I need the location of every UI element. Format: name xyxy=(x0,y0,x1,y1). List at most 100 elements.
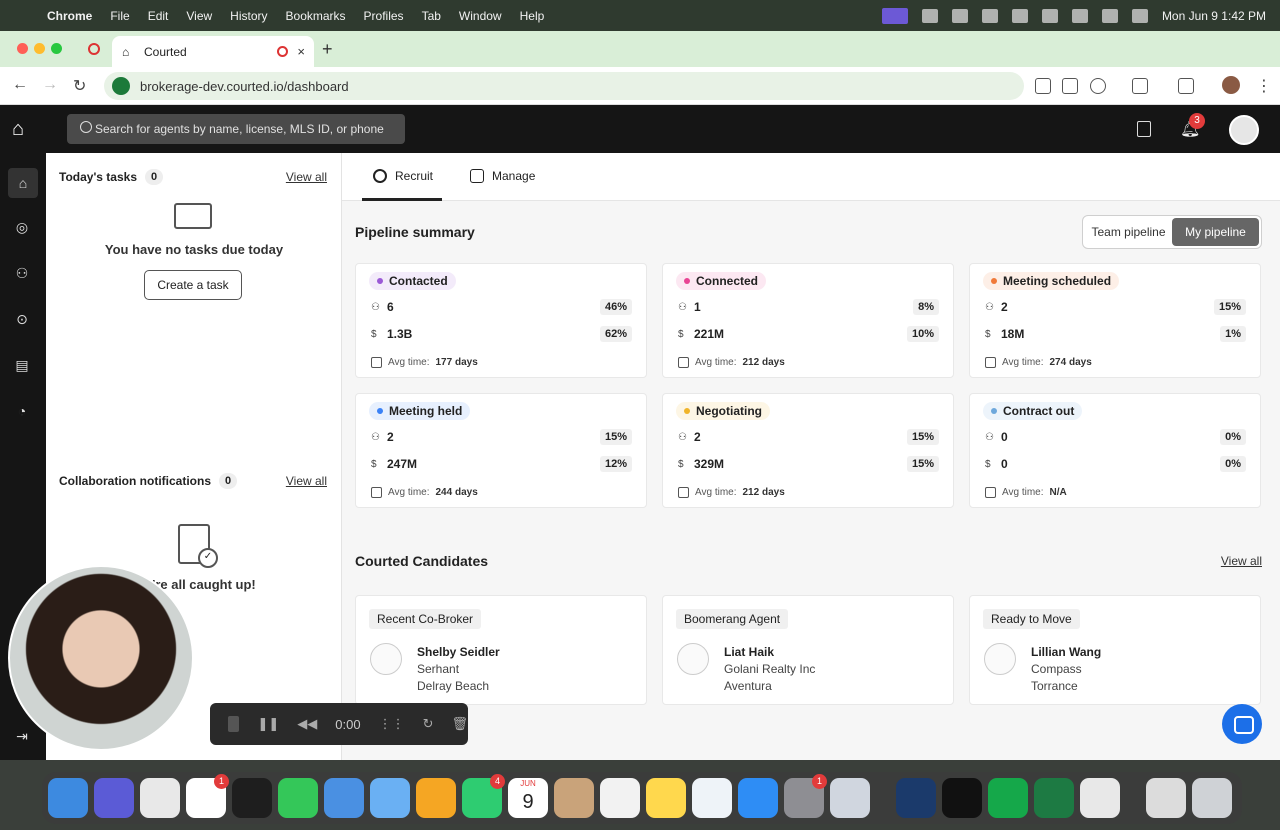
grammarly-dock-icon[interactable] xyxy=(988,778,1028,818)
status-icon[interactable] xyxy=(921,8,938,23)
user-avatar[interactable] xyxy=(1229,115,1259,145)
tab-close-icon[interactable]: × xyxy=(297,44,305,59)
manage-icon[interactable]: ⚇ xyxy=(13,265,31,283)
finder-icon[interactable] xyxy=(48,778,88,818)
stage-card-contacted[interactable]: Contacted ⚇ 6 46% $1.3B 62% Avg time: 177 da… xyxy=(355,263,647,378)
candidates-view-all-link[interactable]: View all xyxy=(1221,554,1262,568)
menu-file[interactable]: File xyxy=(101,9,138,23)
my-pipeline-button[interactable]: My pipeline xyxy=(1172,218,1259,246)
home-icon[interactable]: ⌂ xyxy=(8,168,38,198)
courted-logo-icon[interactable]: ⌂ xyxy=(12,118,34,140)
chrome-menu-icon[interactable]: ⋮ xyxy=(1256,76,1272,96)
figma-icon[interactable] xyxy=(232,778,272,818)
clipboard-icon[interactable] xyxy=(1137,121,1151,137)
address-bar[interactable]: brokerage-dev.courted.io/dashboard xyxy=(104,72,1024,100)
stage-card-meeting-scheduled[interactable]: Meeting scheduled ⚇ 2 15% $18M 1% Avg time:… xyxy=(969,263,1261,378)
candidate-name[interactable]: Shelby Seidler xyxy=(417,645,500,659)
facetime-icon[interactable]: 4 xyxy=(462,774,505,818)
menu-window[interactable]: Window xyxy=(450,9,511,23)
restart-icon[interactable]: ↻ xyxy=(423,716,434,732)
stage-card-contract-out[interactable]: Contract out ⚇ 0 0% $0 0% Avg time: N/A xyxy=(969,393,1261,508)
screen-record-icon[interactable] xyxy=(881,7,908,24)
menu-tab[interactable]: Tab xyxy=(413,9,450,23)
search-agents-icon[interactable]: ⊙ xyxy=(13,311,31,329)
menu-edit[interactable]: Edit xyxy=(139,9,178,23)
utility-app-icon[interactable] xyxy=(830,778,870,818)
candidate-card[interactable]: Boomerang Agent Liat Haik Golani Realty … xyxy=(662,595,954,705)
pause-icon[interactable]: ❚❚ xyxy=(257,716,279,732)
reminders-icon[interactable] xyxy=(600,778,640,818)
github-icon[interactable] xyxy=(1011,8,1028,23)
window-minimize-button[interactable] xyxy=(34,43,45,54)
trash-dock-icon[interactable] xyxy=(1192,778,1232,818)
photos-icon[interactable] xyxy=(416,778,456,818)
stop-recording-icon[interactable] xyxy=(228,716,240,732)
menu-bookmarks[interactable]: Bookmarks xyxy=(277,9,355,23)
reload-icon[interactable]: ↻ xyxy=(73,76,86,96)
menubar-clock[interactable]: Mon Jun 9 1:42 PM xyxy=(1162,9,1266,23)
notes-icon[interactable] xyxy=(646,778,686,818)
candidate-card[interactable]: Recent Co-Broker Shelby Seidler Serhant … xyxy=(355,595,647,705)
forward-icon[interactable]: → xyxy=(42,76,58,94)
reports-icon[interactable]: ▤ xyxy=(13,357,31,375)
calendar-icon[interactable]: JUN 9 xyxy=(508,778,548,818)
chat-support-button[interactable] xyxy=(1222,704,1262,744)
team-pipeline-button[interactable]: Team pipeline xyxy=(1085,218,1172,246)
dropbox-icon[interactable] xyxy=(981,8,998,23)
stage-card-negotiating[interactable]: Negotiating ⚇ 2 15% $329M 15% Avg time: 212 … xyxy=(662,393,954,508)
recording-tab-icon[interactable] xyxy=(88,43,100,55)
chrome-icon[interactable] xyxy=(140,778,180,818)
spotlight-icon[interactable] xyxy=(1101,8,1118,23)
stage-card-connected[interactable]: Connected ⚇ 1 8% $221M 10% Avg time: 212 day… xyxy=(662,263,954,378)
grid-icon[interactable]: ⋮⋮ xyxy=(379,716,405,732)
candidate-name[interactable]: Liat Haik xyxy=(724,645,774,659)
menu-history[interactable]: History xyxy=(221,9,276,23)
downloads-stack-icon[interactable] xyxy=(1146,778,1186,818)
excel-icon[interactable] xyxy=(1034,778,1074,818)
slack-icon[interactable]: 1 xyxy=(186,774,229,818)
menu-app[interactable]: Chrome xyxy=(38,9,101,23)
app-store-icon[interactable] xyxy=(738,778,778,818)
menu-profiles[interactable]: Profiles xyxy=(355,9,413,23)
window-zoom-button[interactable] xyxy=(51,43,62,54)
tab-recruit[interactable]: Recruit xyxy=(373,169,433,183)
menu-view[interactable]: View xyxy=(177,9,221,23)
chrome-profile-avatar[interactable] xyxy=(1222,76,1240,94)
back-icon[interactable]: ← xyxy=(12,76,28,94)
stage-card-meeting-held[interactable]: Meeting held ⚇ 2 15% $247M 12% Avg time: 244… xyxy=(355,393,647,508)
analytics-icon[interactable]: ◔ xyxy=(13,403,31,421)
chrome-secondary-icon[interactable] xyxy=(1080,778,1120,818)
grammarly-icon[interactable] xyxy=(951,8,968,23)
battery-icon[interactable] xyxy=(1041,8,1058,23)
tasks-view-all-link[interactable]: View all xyxy=(286,170,327,184)
launchpad-icon[interactable] xyxy=(94,778,134,818)
1password-icon[interactable] xyxy=(896,778,936,818)
window-close-button[interactable] xyxy=(17,43,28,54)
agent-search-input[interactable] xyxy=(67,114,405,144)
create-task-button[interactable]: Create a task xyxy=(144,270,242,300)
rewind-icon[interactable]: ◀◀ xyxy=(297,716,317,732)
collab-view-all-link[interactable]: View all xyxy=(286,474,327,488)
system-settings-icon[interactable]: 1 xyxy=(784,774,827,818)
side-panel-icon[interactable] xyxy=(1178,78,1194,94)
contacts-icon[interactable] xyxy=(554,778,594,818)
control-center-icon[interactable] xyxy=(1131,8,1148,23)
logout-icon[interactable]: ⇥ xyxy=(13,728,31,746)
messages-icon[interactable] xyxy=(278,778,318,818)
webcam-overlay[interactable] xyxy=(8,565,194,751)
freeform-icon[interactable] xyxy=(692,778,732,818)
install-app-icon[interactable] xyxy=(1062,78,1078,94)
new-tab-icon[interactable]: + xyxy=(322,39,333,60)
browser-tab-courted[interactable]: ⌂ Courted × xyxy=(112,36,314,67)
bookmark-star-icon[interactable] xyxy=(1090,78,1106,94)
cube-app-icon[interactable] xyxy=(942,778,982,818)
password-key-icon[interactable] xyxy=(1035,78,1051,94)
maps-icon[interactable] xyxy=(370,778,410,818)
trash-icon[interactable]: 🗑︎ xyxy=(451,716,468,732)
tab-manage[interactable]: Manage xyxy=(470,169,535,183)
recruit-icon[interactable]: ◎ xyxy=(13,219,31,237)
site-info-icon[interactable] xyxy=(112,77,130,95)
menu-help[interactable]: Help xyxy=(511,9,554,23)
wifi-icon[interactable] xyxy=(1071,8,1088,23)
mail-icon[interactable] xyxy=(324,778,364,818)
